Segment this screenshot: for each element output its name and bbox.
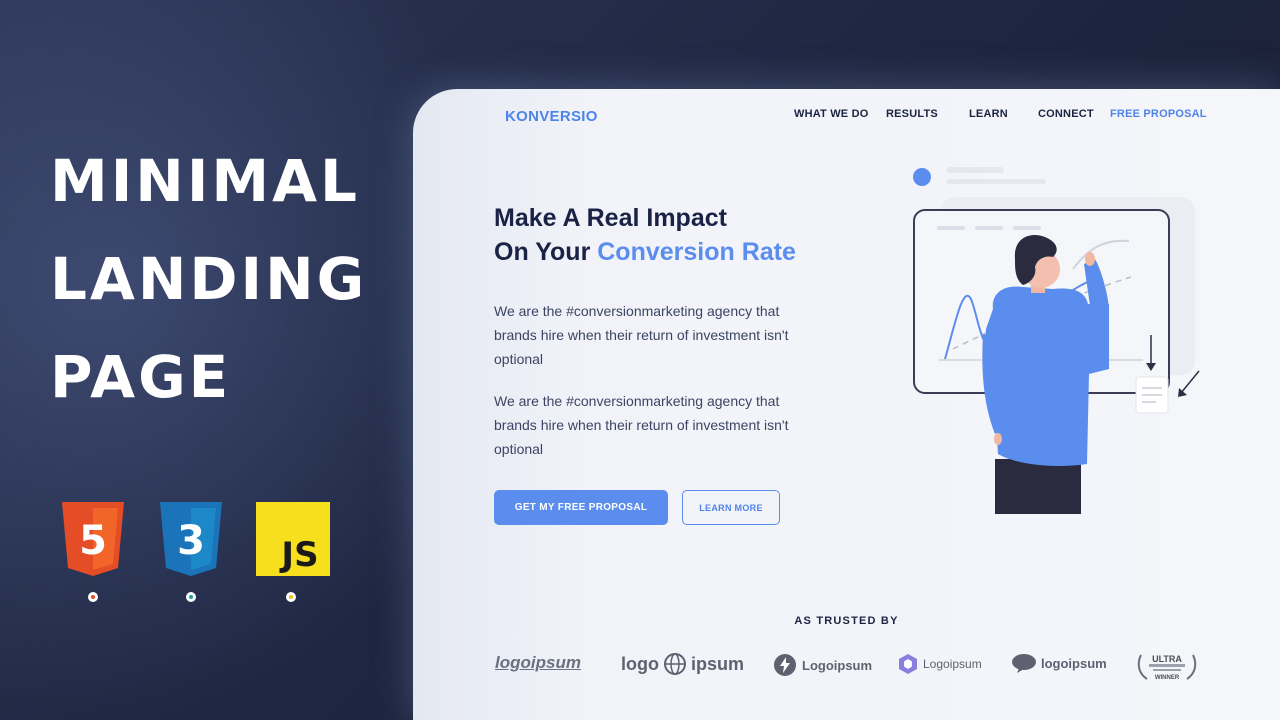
client-logo-2-right: ipsum — [691, 653, 745, 674]
javascript-logo-icon: JS — [256, 502, 330, 602]
headline-line-2: On Your Conversion Rate — [494, 235, 796, 269]
nav-item-what-we-do[interactable]: WHAT WE DO — [794, 108, 869, 120]
title-line: LANDING — [50, 245, 368, 313]
speech-bubble-icon — [1012, 654, 1036, 673]
client-logo-2: logo ipsum — [621, 652, 744, 676]
tech-logos: 5 3 JS — [60, 502, 354, 602]
headline-line-1: Make A Real Impact — [494, 204, 727, 232]
hero-title: MINIMAL LANDING PAGE — [50, 132, 367, 426]
client-logo-5-text: logoipsum — [1041, 655, 1107, 671]
laurel-badge-icon: ULTRA WINNER — [1137, 654, 1197, 681]
css3-dot — [186, 592, 196, 602]
client-logo-5: logoipsum — [1011, 653, 1107, 673]
presenter-illustration — [913, 167, 1200, 514]
get-free-proposal-button[interactable]: GET MY FREE PROPOSAL — [494, 490, 668, 525]
client-logo-4: Logoipsum — [898, 653, 982, 675]
page-headline: Make A Real Impact On Your Conversion Ra… — [494, 201, 796, 269]
globe-icon — [664, 653, 686, 675]
headline-accent: Conversion Rate — [597, 238, 796, 266]
bolt-icon — [774, 654, 796, 676]
trusted-by-label: AS TRUSTED BY — [794, 615, 899, 627]
hexagon-icon — [899, 654, 917, 674]
title-line: PAGE — [50, 343, 232, 411]
html5-dot — [88, 592, 98, 602]
client-logo-2-left: logo — [621, 653, 659, 674]
headline-prefix: On Your — [494, 238, 598, 266]
learn-more-button[interactable]: LEARN MORE — [682, 490, 780, 525]
client-logo-6: ULTRA WINNER — [1135, 651, 1199, 681]
client-logo-3-text: Logoipsum — [802, 657, 873, 673]
intro-paragraph-2: We are the #conversionmarketing agency t… — [494, 393, 789, 457]
css3-label: 3 — [177, 518, 205, 564]
landing-page-preview: KONVERSIO WHAT WE DO RESULTS LEARN CONNE… — [413, 89, 1280, 720]
js-dot — [286, 592, 296, 602]
title-line: MINIMAL — [50, 147, 360, 215]
client-logo-4-text: Logoipsum — [923, 657, 982, 671]
nav-item-connect[interactable]: CONNECT — [1038, 108, 1094, 120]
brand-logo[interactable]: KONVERSIO — [505, 108, 598, 125]
intro-paragraph-1: We are the #conversionmarketing agency t… — [494, 303, 789, 367]
badge-top-text: ULTRA — [1152, 654, 1182, 664]
nav-item-free-proposal[interactable]: FREE PROPOSAL — [1110, 108, 1207, 120]
nav-item-results[interactable]: RESULTS — [886, 108, 938, 120]
css3-logo-icon: 3 — [158, 502, 224, 602]
nav-item-learn[interactable]: LEARN — [969, 108, 1008, 120]
client-logo-3: Logoipsum — [773, 653, 872, 677]
js-label: JS — [279, 535, 318, 575]
html5-logo-icon: 5 — [60, 502, 126, 602]
badge-bottom-text: WINNER — [1155, 675, 1180, 681]
html5-label: 5 — [79, 518, 107, 564]
client-logo-1: logoipsum — [495, 653, 581, 672]
client-logos: logoipsum logo ipsum Logoipsum Logoipsum — [413, 652, 1280, 685]
